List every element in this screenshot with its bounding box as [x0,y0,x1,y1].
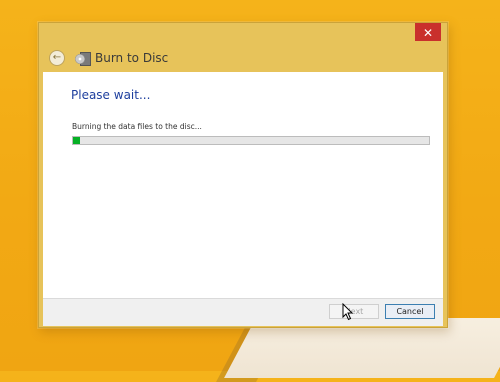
burn-to-disc-icon [75,52,91,66]
close-button[interactable]: ✕ [415,23,441,41]
status-text: Burning the data files to the disc... [72,122,202,131]
dialog-content: Please wait... Burning the data files to… [43,72,443,298]
next-button[interactable]: Next [329,304,379,319]
mouse-pointer-icon [342,303,354,321]
dialog-footer: Next Cancel [43,298,443,326]
window-title: Burn to Disc [95,51,169,65]
burn-to-disc-dialog: ✕ ← Burn to Disc Please wait... Burning … [38,22,448,328]
cancel-button[interactable]: Cancel [385,304,435,319]
progress-bar [72,136,430,145]
back-arrow-icon[interactable]: ← [49,50,65,66]
title-bar: ← Burn to Disc [39,47,447,69]
page-heading: Please wait... [71,88,151,102]
progress-fill [73,137,81,144]
